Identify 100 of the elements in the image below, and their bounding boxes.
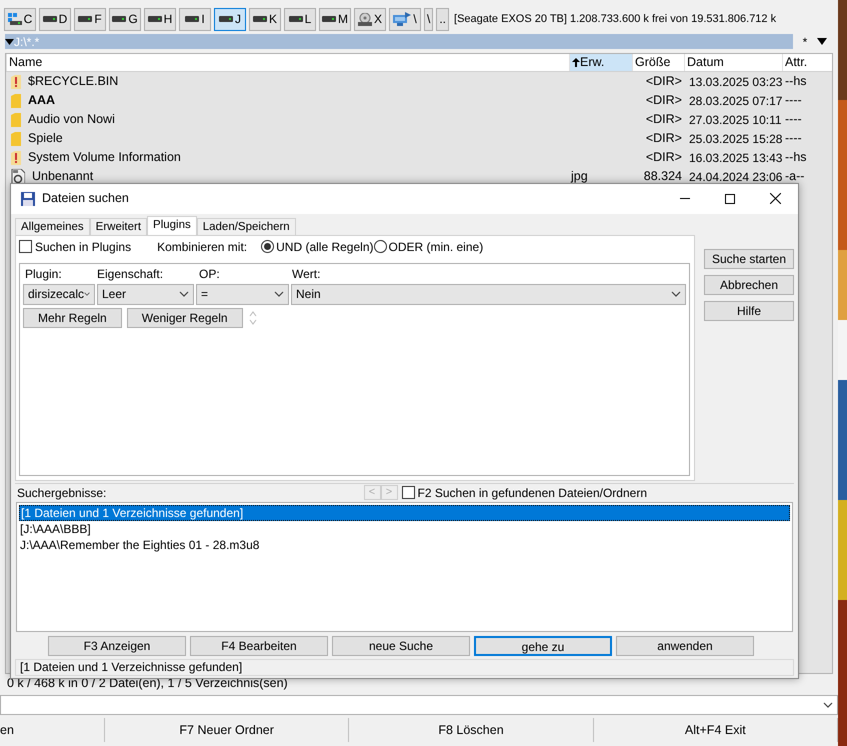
file-name[interactable]: AAA [28,91,56,110]
drive-button[interactable]: X [354,8,386,30]
column-header[interactable]: Erw. [569,54,632,71]
dropdown[interactable]: dirsizecalc [23,284,95,305]
file-date: 25.03.2025 15:28 [689,132,782,146]
result-item[interactable]: J:\AAA\Remember the Eighties 01 - 28.m3u8 [19,537,790,554]
dialog-button[interactable]: F3 Anzeigen [48,636,186,656]
file-size: <DIR> [646,131,682,146]
drive-button[interactable]: F [74,8,106,30]
action-button[interactable]: Abbrechen [704,274,794,295]
file-attributes: --hs [785,150,807,164]
sort-arrow-icon [572,58,580,67]
column-label: Wert: [292,266,320,281]
file-name[interactable]: Audio von Nowi [28,110,115,129]
file-name[interactable]: Unbenannt [32,167,94,186]
tab[interactable]: Allgemeines [15,218,90,235]
column-header[interactable]: Attr. [782,54,832,71]
dropdown[interactable]: Nein [291,284,686,305]
checkbox[interactable] [402,486,414,500]
function-key-button[interactable]: en [0,718,105,742]
file-date: 24.04.2024 23:06 [689,170,782,184]
drive-icon [78,16,92,22]
dialog-button[interactable]: anwenden [616,636,754,656]
chevron-down-icon [671,291,681,298]
window-title: Dateien suchen [42,190,129,208]
file-size: 88.324 [644,169,682,184]
command-line-field[interactable] [0,695,838,715]
maximize-icon[interactable] [725,194,735,204]
chevron-down-icon [823,702,833,708]
drive-button[interactable]: K [249,8,281,30]
file-attributes: --hs [785,74,807,88]
drive-button[interactable]: D [39,8,71,30]
file-date: 13.03.2025 03:23 [689,74,782,88]
column-label: Plugin: [25,266,62,281]
file-date: 28.03.2025 07:17 [689,94,782,108]
drive-button[interactable]: J [214,8,246,30]
folder-icon [11,94,21,108]
combine-label: Kombinieren mit: [157,238,248,256]
file-extension: jpg [571,169,588,184]
drive-icon [185,16,200,22]
chevron-down-icon [274,291,284,298]
drive-icon [148,16,162,22]
drive-button[interactable]: M [319,8,351,30]
drive-button[interactable]: I [179,8,211,30]
tab[interactable]: Erweitert [90,218,148,235]
dialog-button[interactable]: F4 Bearbeiten [190,636,328,656]
checkbox[interactable] [19,240,32,254]
network-drive-icon [393,12,412,26]
file-size: <DIR> [646,93,682,108]
minimize-icon[interactable] [680,198,690,200]
checkbox-label: Suchen in Plugins [35,238,132,256]
drive-info: [Seagate EXOS 20 TB] 1.208.733.600 k frei von 19.531.806.712 k [454,12,776,27]
dialog-button[interactable]: gehe zu [474,636,612,656]
result-item[interactable]: [1 Dateien und 1 Verzeichnisse gefunden] [19,505,790,522]
file-name[interactable]: Spiele [28,129,63,148]
rule-button[interactable]: Mehr Regeln [23,308,122,328]
drive-icon [8,13,22,25]
radio-button[interactable] [374,240,386,254]
file-attributes: ---- [785,131,802,146]
tab[interactable]: Laden/Speichern [196,218,296,235]
radio-button[interactable] [261,240,274,254]
drive-icon [219,16,233,22]
drive-button[interactable]: C [4,8,36,30]
file-size: <DIR> [646,150,682,164]
action-button[interactable]: Hilfe [704,300,794,321]
drive-button[interactable]: H [144,8,176,30]
dialog-button[interactable]: neue Suche [332,636,470,656]
folder-icon [11,112,21,126]
column-label: Eigenschaft: [97,266,164,281]
file-size: <DIR> [646,74,682,88]
result-item[interactable]: [J:\AAA\BBB] [19,521,790,538]
chevron-down-icon [84,291,90,298]
column-header[interactable]: Größe [632,54,684,71]
tab[interactable]: Plugins [147,216,197,235]
dropdown-arrow-icon [5,38,14,44]
drive-button[interactable]: L [284,8,316,30]
results-label: Suchergebnisse: [17,484,106,502]
close-icon[interactable] [770,193,781,204]
drive-button[interactable]: \ [424,8,434,30]
column-header[interactable]: Datum [684,54,782,71]
drive-icon [252,16,267,22]
filter-button[interactable]: * [793,32,817,50]
file-attributes: -a-- [785,169,804,184]
disc-drive-icon [358,12,372,26]
drive-button[interactable]: \ [389,8,421,30]
file-name[interactable]: System Volume Information [28,148,181,167]
file-attributes: ---- [785,93,802,108]
dropdown-arrow-icon[interactable] [817,38,827,45]
folder-icon [11,132,21,146]
path-bar: J:\*.* [5,34,793,49]
drive-icon [322,16,336,22]
dropdown[interactable]: Leer [97,284,194,305]
drive-button[interactable]: .. [436,8,450,30]
drive-button[interactable]: G [109,8,141,30]
column-label: OP: [199,266,220,281]
file-name[interactable]: $RECYCLE.BIN [28,72,118,91]
folder-warning-icon [11,150,21,164]
rule-button[interactable]: Weniger Regeln [126,308,243,328]
action-button[interactable]: Suche starten [704,248,794,269]
dropdown[interactable]: = [196,284,289,305]
